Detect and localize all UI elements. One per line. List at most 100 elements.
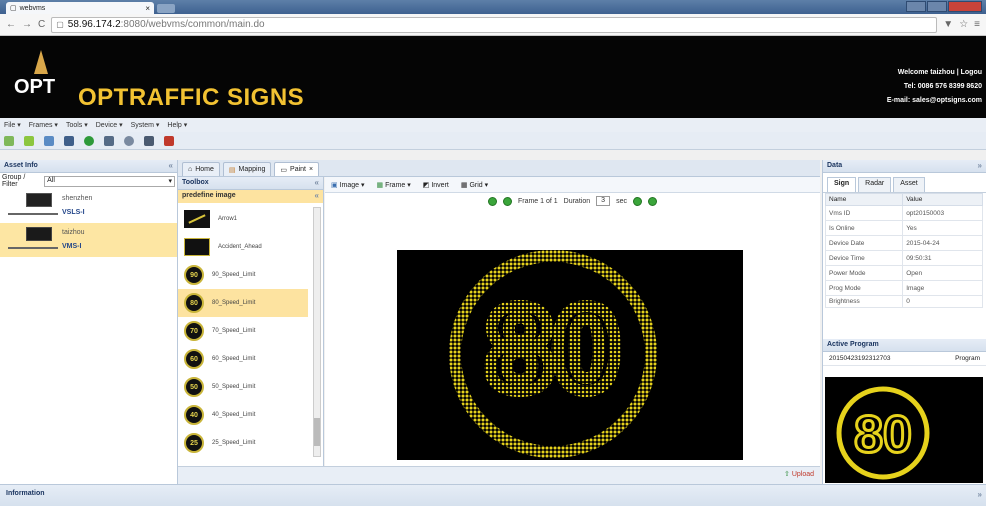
last-frame-icon[interactable] bbox=[648, 196, 658, 206]
cell-name: Brightness bbox=[824, 295, 904, 308]
cell-value: 2015-04-24 bbox=[902, 235, 983, 251]
tab-radar[interactable]: Radar bbox=[858, 177, 892, 192]
tab-sign[interactable]: Sign bbox=[827, 177, 857, 192]
home-icon: ⌂ bbox=[188, 166, 193, 173]
frame-icon: ▦ bbox=[376, 181, 384, 189]
settings-icon[interactable] bbox=[124, 135, 134, 146]
column-header[interactable]: Name bbox=[824, 193, 904, 206]
menu-help[interactable]: Help ▾ bbox=[167, 121, 187, 129]
asset-item[interactable]: shenzhen VSLS-I bbox=[0, 189, 177, 223]
toolbox-item[interactable]: Arrow1 bbox=[178, 205, 308, 233]
back-icon[interactable]: ← bbox=[6, 19, 16, 30]
information-title: Information bbox=[6, 490, 45, 497]
collapse-icon[interactable]: « bbox=[169, 161, 173, 170]
star-icon[interactable]: ☆ bbox=[959, 19, 968, 30]
prev-frame-icon[interactable] bbox=[502, 196, 512, 206]
cell-name: Power Mode bbox=[824, 265, 904, 281]
toolbox-item[interactable]: 90 90_Speed_Limit bbox=[178, 261, 308, 289]
toolbox-section-title: predefine image bbox=[182, 192, 236, 199]
collapse-icon[interactable]: « bbox=[315, 191, 319, 200]
asset-item-selected[interactable]: taizhou VMS-I bbox=[0, 223, 177, 257]
next-frame-icon[interactable] bbox=[633, 196, 643, 206]
toolbox-item-label: 70_Speed_Limit bbox=[212, 328, 256, 334]
filter-icon[interactable]: ▼ bbox=[943, 19, 953, 30]
toolbox-item[interactable]: 25 25_Speed_Limit bbox=[178, 429, 308, 457]
cell-value: 09:50:31 bbox=[902, 250, 983, 266]
menu-system[interactable]: System ▾ bbox=[131, 121, 160, 129]
grid-menu-label: Grid ▾ bbox=[469, 181, 489, 189]
menu-frames[interactable]: Frames ▾ bbox=[29, 121, 58, 129]
minimize-button[interactable] bbox=[906, 1, 926, 12]
table-row[interactable]: Prog Mode Image bbox=[824, 280, 983, 296]
cell-value: Open bbox=[902, 265, 983, 281]
tab-home[interactable]: ⌂ Home bbox=[182, 162, 220, 176]
toolbox-scrollbar[interactable] bbox=[313, 207, 321, 457]
filter-select[interactable]: All bbox=[44, 175, 175, 187]
cell-name: Prog Mode bbox=[824, 280, 904, 296]
url-input[interactable]: ▢ 58.96.174.2:8080/webvms/common/main.do bbox=[51, 16, 938, 33]
led-sign-canvas[interactable]: 80 bbox=[397, 250, 743, 460]
device-icon[interactable] bbox=[104, 135, 114, 146]
toolbox-section[interactable]: predefine image « bbox=[178, 190, 323, 203]
reload-icon[interactable]: C bbox=[38, 19, 45, 30]
close-icon[interactable]: × bbox=[145, 4, 150, 13]
toolbox-item[interactable]: 60 60_Speed_Limit bbox=[178, 345, 308, 373]
toolbox-item[interactable]: 70 70_Speed_Limit bbox=[178, 317, 308, 345]
collapse-icon[interactable]: » bbox=[978, 161, 982, 170]
frame-navigation: Frame 1 of 1 Duration 3 sec bbox=[325, 193, 820, 209]
open-icon[interactable] bbox=[24, 135, 34, 146]
image-menu-button[interactable]: ▣ Image ▾ bbox=[331, 181, 365, 189]
tab-paint[interactable]: ▭ Paint × bbox=[274, 162, 320, 176]
table-row[interactable]: Is Online Yes bbox=[824, 220, 983, 236]
maximize-button[interactable] bbox=[927, 1, 947, 12]
table-row[interactable]: Vms ID opt20150003 bbox=[824, 205, 983, 221]
window-close-button[interactable] bbox=[948, 1, 982, 12]
toolbox-item-selected[interactable]: 80 80_Speed_Limit bbox=[178, 289, 308, 317]
menu-device[interactable]: Device ▾ bbox=[96, 121, 123, 129]
grid-menu-button[interactable]: ▦ Grid ▾ bbox=[461, 181, 488, 189]
toolbox-item[interactable]: Accident_Ahead bbox=[178, 233, 308, 261]
collapse-icon[interactable]: » bbox=[978, 490, 982, 499]
close-icon[interactable]: × bbox=[309, 166, 313, 173]
column-header[interactable]: Value bbox=[902, 193, 983, 206]
save-icon[interactable] bbox=[64, 135, 74, 146]
tab-paint-label: Paint bbox=[290, 166, 306, 173]
table-row[interactable]: Brightness 0 bbox=[824, 295, 983, 308]
frame-menu-button[interactable]: ▦ Frame ▾ bbox=[377, 181, 411, 189]
exit-icon[interactable] bbox=[164, 135, 174, 146]
menu-file[interactable]: File ▾ bbox=[4, 121, 21, 129]
collapse-icon[interactable]: « bbox=[315, 178, 319, 187]
tab-mapping[interactable]: ▤ Mapping bbox=[222, 162, 272, 176]
tab-asset[interactable]: Asset bbox=[893, 177, 925, 192]
grid-icon[interactable] bbox=[44, 135, 54, 146]
program-type: Program bbox=[955, 355, 980, 362]
menu-tools[interactable]: Tools ▾ bbox=[66, 121, 88, 129]
invert-button[interactable]: ◩ Invert bbox=[423, 181, 449, 189]
forward-icon[interactable]: → bbox=[22, 19, 32, 30]
browser-tab[interactable]: ▢ webvms × bbox=[6, 2, 154, 14]
toolbox-item[interactable]: 50 50_Speed_Limit bbox=[178, 373, 308, 401]
toolbox-item[interactable]: 40 40_Speed_Limit bbox=[178, 401, 308, 429]
table-row[interactable]: Power Mode Open bbox=[824, 265, 983, 281]
invert-label: Invert bbox=[431, 181, 449, 189]
book-icon[interactable] bbox=[144, 135, 154, 146]
upload-button[interactable]: ⇧ Upload bbox=[784, 470, 814, 478]
new-tab-button[interactable] bbox=[157, 4, 175, 13]
first-frame-icon[interactable] bbox=[487, 196, 497, 206]
duration-input[interactable]: 3 bbox=[596, 196, 611, 206]
asset-code[interactable]: VMS-I bbox=[62, 243, 81, 250]
cell-value: Image bbox=[902, 280, 983, 296]
asset-code[interactable]: VSLS-I bbox=[62, 209, 85, 216]
frame-menu-label: Frame ▾ bbox=[385, 181, 411, 189]
address-bar: ← → C ▢ 58.96.174.2:8080/webvms/common/m… bbox=[0, 14, 986, 36]
scrollbar-thumb[interactable] bbox=[314, 418, 320, 446]
menu-icon[interactable]: ≡ bbox=[974, 19, 980, 30]
table-row[interactable]: Device Time 09:50:31 bbox=[824, 250, 983, 266]
cell-value: 0 bbox=[902, 295, 983, 308]
play-icon[interactable] bbox=[84, 135, 94, 146]
table-row[interactable]: Device Date 2015-04-24 bbox=[824, 235, 983, 251]
toolbox-item-label: 50_Speed_Limit bbox=[212, 384, 256, 390]
welcome-text[interactable]: Welcome taizhou | Logou bbox=[887, 66, 982, 80]
new-icon[interactable] bbox=[4, 135, 14, 146]
active-program-row[interactable]: 20150423192312703 Program bbox=[823, 352, 986, 366]
